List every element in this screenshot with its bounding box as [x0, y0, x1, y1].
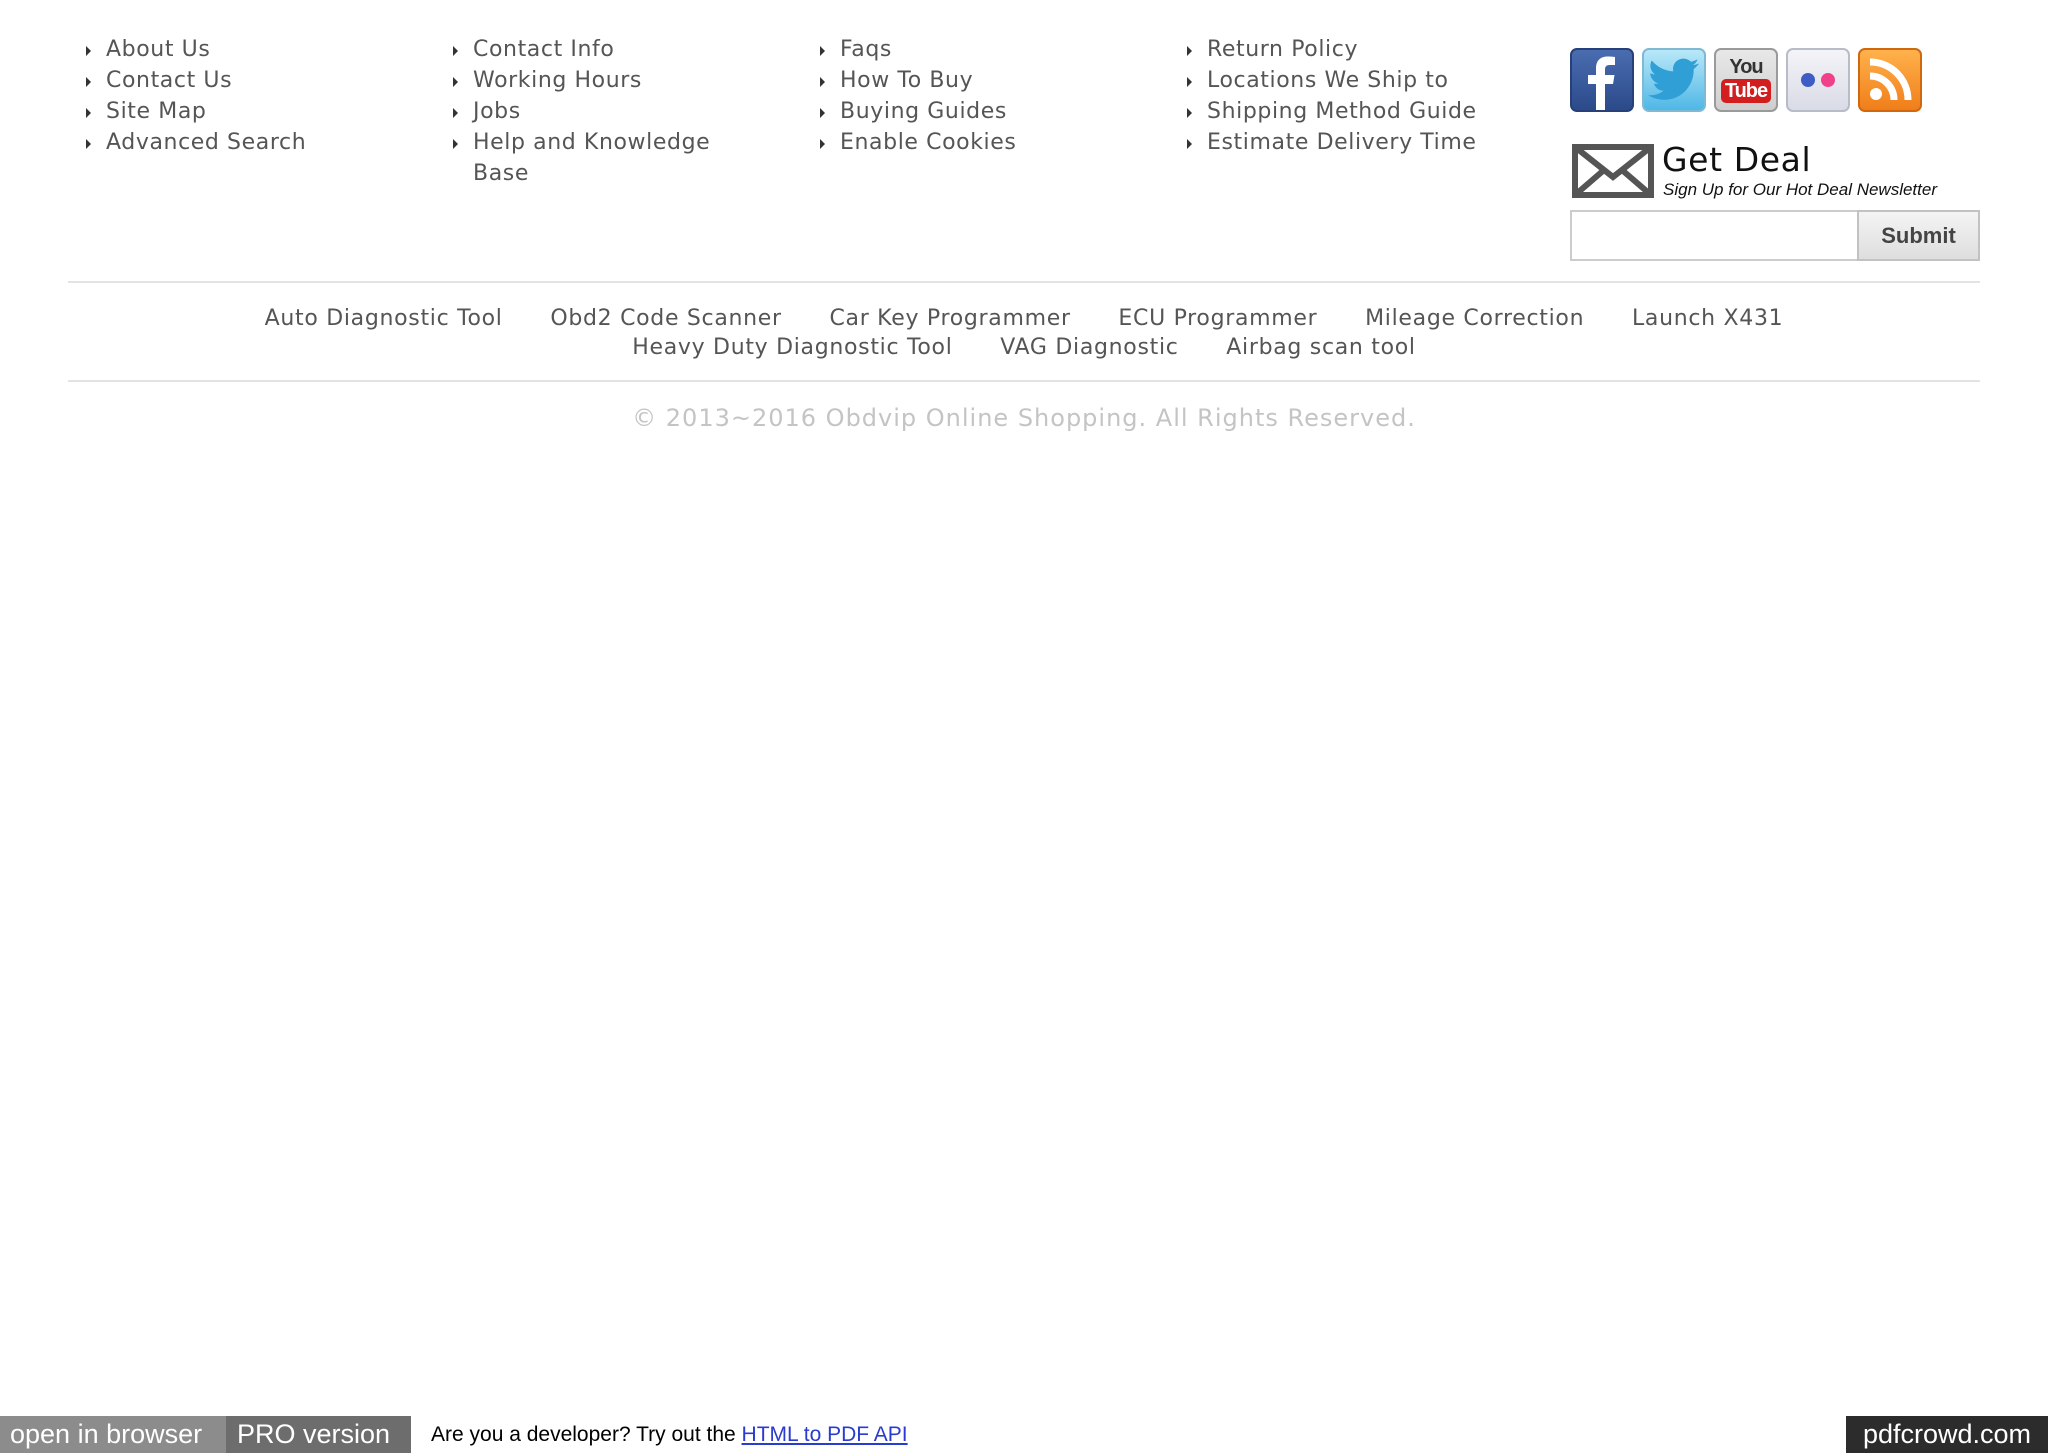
footer-link-label[interactable]: Return Policy: [1207, 37, 1358, 62]
footer-link-contact-us[interactable]: Contact Us: [86, 65, 386, 96]
newsletter-email-input[interactable]: [1570, 210, 1857, 261]
footer-link-label[interactable]: About Us: [106, 37, 210, 62]
footer-link-about-us[interactable]: About Us: [86, 34, 386, 65]
footer-link-label[interactable]: Contact Info: [473, 37, 614, 62]
category-link-obd2-code-scanner[interactable]: Obd2 Code Scanner: [550, 304, 781, 333]
get-deal-title: Get Deal: [1662, 140, 1812, 179]
footer-link-buying-guides[interactable]: Buying Guides: [820, 96, 1120, 127]
rss-icon[interactable]: [1858, 48, 1922, 112]
get-deal-block: Get Deal Sign Up for Our Hot Deal Newsle…: [1572, 140, 1982, 200]
twitter-icon[interactable]: [1642, 48, 1706, 112]
footer-link-label[interactable]: How To Buy: [840, 68, 973, 93]
category-link-mileage-correction[interactable]: Mileage Correction: [1365, 304, 1584, 333]
youtube-tube-text: Tube: [1720, 79, 1772, 103]
get-deal-subtitle: Sign Up for Our Hot Deal Newsletter: [1663, 180, 1937, 199]
category-link-auto-diagnostic-tool[interactable]: Auto Diagnostic Tool: [265, 304, 503, 333]
pro-version-button[interactable]: PRO version: [226, 1416, 411, 1453]
pdfcrowd-brand-link[interactable]: pdfcrowd.com: [1846, 1416, 2048, 1453]
footer-link-label[interactable]: Site Map: [106, 99, 206, 124]
footer-link-label[interactable]: Locations We Ship to: [1207, 68, 1449, 93]
footer-link-faqs[interactable]: Faqs: [820, 34, 1120, 65]
footer-column-1: About Us Contact Us Site Map Advanced Se…: [86, 34, 386, 158]
social-icons: You Tube: [1570, 48, 1922, 112]
html-to-pdf-api-link[interactable]: HTML to PDF API: [742, 1423, 908, 1446]
footer-link-label[interactable]: Help and Knowledge Base: [473, 130, 710, 186]
newsletter-form: Submit: [1570, 210, 1980, 261]
category-link-vag-diagnostic[interactable]: VAG Diagnostic: [1000, 333, 1178, 362]
category-link-heavy-duty-diagnostic-tool[interactable]: Heavy Duty Diagnostic Tool: [632, 333, 952, 362]
footer-link-label[interactable]: Advanced Search: [106, 130, 306, 155]
footer-link-label[interactable]: Working Hours: [473, 68, 642, 93]
category-link-car-key-programmer[interactable]: Car Key Programmer: [830, 304, 1071, 333]
category-link-airbag-scan-tool[interactable]: Airbag scan tool: [1226, 333, 1415, 362]
facebook-icon[interactable]: [1570, 48, 1634, 112]
footer-link-working-hours[interactable]: Working Hours: [453, 65, 743, 96]
category-links: Auto Diagnostic Tool Obd2 Code Scanner C…: [68, 304, 1980, 362]
footer-link-return-policy[interactable]: Return Policy: [1187, 34, 1527, 65]
mail-envelope-icon: [1572, 144, 1654, 198]
footer-link-shipping-method-guide[interactable]: Shipping Method Guide: [1187, 96, 1527, 127]
footer-link-jobs[interactable]: Jobs: [453, 96, 743, 127]
footer-link-site-map[interactable]: Site Map: [86, 96, 386, 127]
copyright-text: © 2013~2016 Obdvip Online Shopping. All …: [632, 404, 1416, 432]
footer-link-label[interactable]: Shipping Method Guide: [1207, 99, 1477, 124]
category-link-ecu-programmer[interactable]: ECU Programmer: [1118, 304, 1317, 333]
newsletter-submit-button[interactable]: Submit: [1857, 210, 1980, 261]
youtube-you-text: You: [1729, 56, 1763, 78]
youtube-icon[interactable]: You Tube: [1714, 48, 1778, 112]
footer-column-2: Contact Info Working Hours Jobs Help and…: [453, 34, 743, 189]
footer-link-label[interactable]: Contact Us: [106, 68, 232, 93]
footer-link-label[interactable]: Enable Cookies: [840, 130, 1016, 155]
footer-link-label[interactable]: Faqs: [840, 37, 892, 62]
footer-column-3: Faqs How To Buy Buying Guides Enable Coo…: [820, 34, 1120, 158]
divider: [68, 380, 1980, 382]
footer-link-enable-cookies[interactable]: Enable Cookies: [820, 127, 1120, 158]
footer-column-4: Return Policy Locations We Ship to Shipp…: [1187, 34, 1527, 158]
pdfcrowd-bar: open in browser PRO version Are you a de…: [0, 1416, 2048, 1453]
footer-link-label[interactable]: Estimate Delivery Time: [1207, 130, 1477, 155]
divider: [68, 281, 1980, 283]
footer-link-advanced-search[interactable]: Advanced Search: [86, 127, 386, 158]
footer-link-how-to-buy[interactable]: How To Buy: [820, 65, 1120, 96]
footer-link-help-knowledge-base[interactable]: Help and Knowledge Base: [453, 127, 743, 189]
footer-link-contact-info[interactable]: Contact Info: [453, 34, 743, 65]
footer-link-locations-we-ship[interactable]: Locations We Ship to: [1187, 65, 1527, 96]
category-link-launch-x431[interactable]: Launch X431: [1632, 304, 1783, 333]
developer-promo: Are you a developer? Try out the HTML to…: [431, 1416, 908, 1453]
open-in-browser-button[interactable]: open in browser: [0, 1416, 226, 1453]
developer-promo-text: Are you a developer? Try out the: [431, 1423, 736, 1446]
footer-link-label[interactable]: Buying Guides: [840, 99, 1007, 124]
footer-link-label[interactable]: Jobs: [473, 99, 521, 124]
flickr-icon[interactable]: [1786, 48, 1850, 112]
footer-link-estimate-delivery-time[interactable]: Estimate Delivery Time: [1187, 127, 1527, 158]
